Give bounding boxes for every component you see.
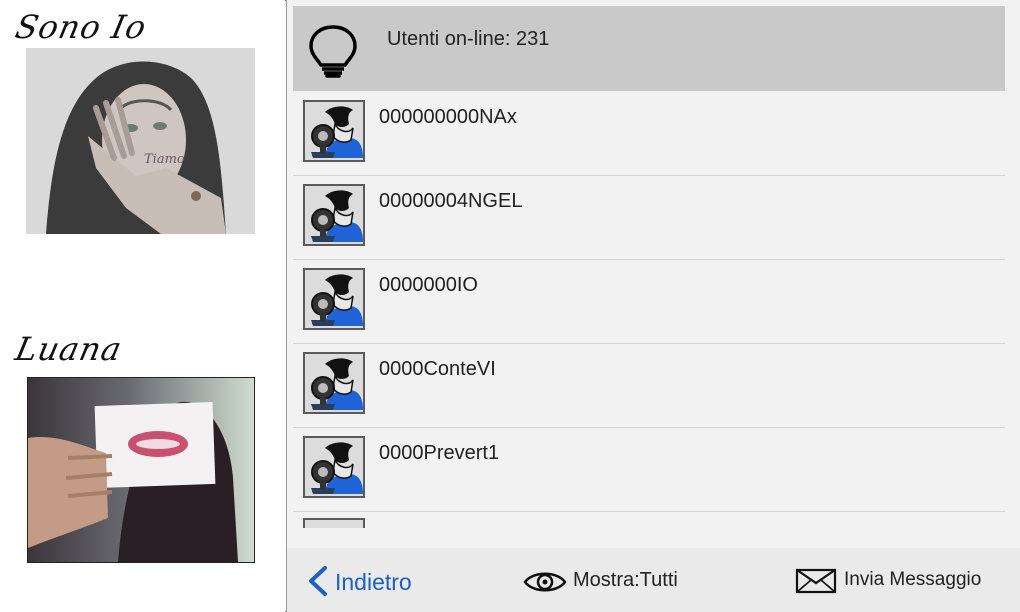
self-profile-photo[interactable]: Tiamo (26, 48, 255, 234)
user-row[interactable]: 0000000IO (293, 260, 1005, 344)
webcam-user-icon (303, 100, 365, 162)
username-label: 000000000NAx (379, 106, 517, 128)
user-row[interactable]: 0000Prevert1 (293, 428, 1005, 512)
self-photo-image: Tiamo (26, 48, 255, 234)
self-profile-label: Sono Io (12, 8, 151, 46)
lightbulb-icon (309, 25, 357, 78)
username-label: 0000Prevert1 (379, 442, 500, 464)
eye-icon (523, 572, 567, 592)
online-users-count: Utenti on-line: 231 (387, 28, 550, 50)
show-filter-label: Mostra:Tutti (573, 569, 678, 591)
username-label: 0000000IO (379, 274, 478, 296)
webcam-user-icon (303, 352, 365, 414)
user-row[interactable]: 0000ConteVI (293, 344, 1005, 428)
contact-photo-image (28, 378, 254, 562)
send-message-label: Invia Messaggio (844, 569, 982, 590)
username-label: 0000ConteVI (379, 358, 496, 380)
webcam-user-icon (303, 518, 365, 528)
username-label: 00000004NGEL (379, 190, 523, 212)
contact-profile-photo[interactable] (27, 377, 255, 563)
contact-profile-label: Luana (12, 330, 126, 368)
envelope-icon (795, 568, 837, 594)
bottom-toolbar: Indietro Mostra:Tutti Invia Messaggio (287, 548, 1020, 612)
webcam-user-icon (303, 436, 365, 498)
back-button-label: Indietro (335, 569, 412, 595)
profile-sidebar: Sono Io Tiamo Luana (0, 0, 285, 612)
online-users-header: Utenti on-line: 231 (293, 6, 1005, 91)
users-panel: Utenti on-line: 231 000000000NAx 0000000… (286, 0, 1020, 612)
webcam-user-icon (303, 184, 365, 246)
user-row-partial[interactable] (293, 512, 1005, 528)
chevron-left-icon (309, 566, 327, 596)
svg-text:Tiamo: Tiamo (144, 152, 185, 167)
webcam-user-icon (303, 268, 365, 330)
user-row[interactable]: 00000004NGEL (293, 176, 1005, 260)
user-row[interactable]: 000000000NAx (293, 92, 1005, 176)
users-list[interactable]: 000000000NAx 00000004NGEL 0000000IO 0000… (293, 92, 1005, 528)
